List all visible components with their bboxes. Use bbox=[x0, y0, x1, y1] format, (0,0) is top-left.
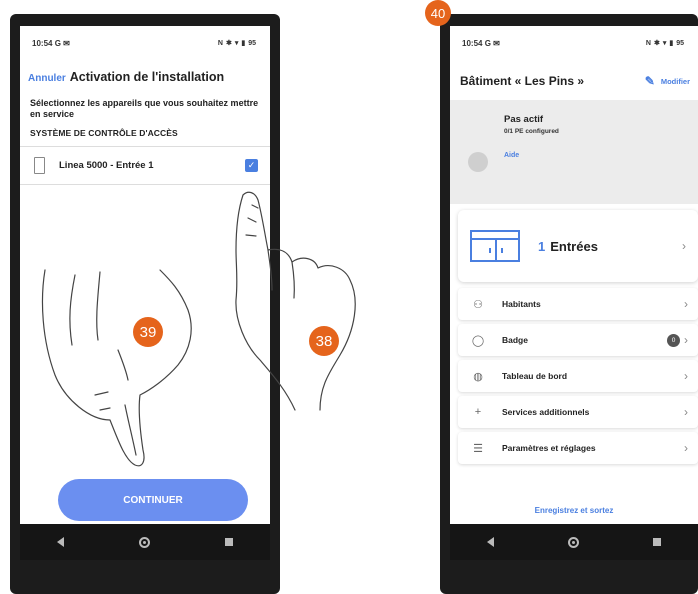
recent-apps-icon[interactable] bbox=[653, 538, 661, 546]
left-phone-frame: 10:54 G ✉ N ✱ ▾ ▮ 95 Annuler Activation … bbox=[10, 14, 280, 594]
menu-item-label: Services additionnels bbox=[502, 407, 590, 417]
nfc-icon: N bbox=[217, 39, 223, 47]
door-icon bbox=[470, 230, 520, 262]
status-bar: 10:54 G ✉ N ✱ ▾ ▮ 95 bbox=[20, 26, 270, 60]
device-row[interactable]: Linea 5000 - Entrée 1 ✓ bbox=[20, 147, 270, 184]
step-marker-38: 38 bbox=[309, 326, 339, 356]
back-icon[interactable] bbox=[487, 537, 494, 547]
chevron-right-icon: › bbox=[684, 405, 688, 419]
status-notification-icons: G ✉ bbox=[484, 38, 500, 48]
chevron-right-icon: › bbox=[684, 333, 688, 347]
section-title: SYSTÈME DE CONTRÔLE D'ACCÈS bbox=[30, 128, 178, 138]
entrees-label: Entrées bbox=[550, 238, 598, 254]
left-screen: 10:54 G ✉ N ✱ ▾ ▮ 95 Annuler Activation … bbox=[20, 26, 270, 560]
nfc-icon: N bbox=[645, 39, 651, 47]
right-screen: 10:54 G ✉ N ✱ ▾ ▮ 95 Bâtiment « Les Pins… bbox=[450, 26, 698, 560]
back-icon[interactable] bbox=[57, 537, 65, 547]
status-title: Pas actif bbox=[504, 114, 544, 125]
battery-icon: 95 bbox=[676, 39, 684, 47]
menu-item-label: Habitants bbox=[502, 299, 541, 309]
badge-count: 0 bbox=[667, 333, 680, 347]
bluetooth-icon: ✱ bbox=[653, 40, 660, 47]
wifi-icon: ▾ bbox=[234, 40, 239, 47]
status-card: Pas actif 0/1 PE configured Aide bbox=[450, 100, 698, 204]
dashboard-icon: ◍ bbox=[473, 370, 483, 383]
menu-item-label: Paramètres et réglages bbox=[502, 443, 596, 453]
plus-icon: + bbox=[474, 406, 482, 418]
menu-item-badge[interactable]: ◯ Badge 0 › bbox=[458, 324, 698, 356]
chevron-right-icon: › bbox=[682, 239, 686, 253]
menu-item-label: Badge bbox=[502, 335, 528, 345]
instruction-text: Sélectionnez les appareils que vous souh… bbox=[30, 98, 259, 119]
battery-icon: 95 bbox=[248, 39, 256, 47]
bluetooth-icon: ✱ bbox=[225, 40, 232, 47]
badge-icon: ◯ bbox=[471, 334, 485, 347]
save-and-exit-link[interactable]: Enregistrez et sortez bbox=[450, 506, 698, 515]
residents-icon: ⚇ bbox=[473, 298, 483, 311]
sliders-icon: ☰ bbox=[473, 442, 483, 455]
chevron-right-icon: › bbox=[684, 297, 688, 311]
header: Bâtiment « Les Pins » ✎ Modifier bbox=[450, 60, 698, 94]
step-marker-39: 39 bbox=[133, 317, 163, 347]
status-notification-icons: G ✉ bbox=[54, 38, 70, 48]
divider bbox=[20, 184, 270, 185]
status-time: 10:54 bbox=[462, 38, 483, 48]
chevron-right-icon: › bbox=[684, 441, 688, 455]
modify-button[interactable]: ✎ Modifier bbox=[645, 74, 690, 88]
android-nav-bar bbox=[20, 524, 270, 560]
home-icon[interactable] bbox=[138, 536, 150, 548]
android-nav-bar bbox=[450, 524, 698, 560]
status-bar: 10:54 G ✉ N ✱ ▾ ▮ 95 bbox=[450, 26, 698, 60]
status-system-icons: N ✱ ▾ ▮ 95 bbox=[645, 39, 684, 48]
status-subtitle: 0/1 PE configured bbox=[504, 128, 559, 135]
device-label: Linea 5000 - Entrée 1 bbox=[59, 160, 154, 171]
recent-apps-icon[interactable] bbox=[224, 538, 233, 546]
status-indicator bbox=[468, 152, 488, 172]
menu-item-habitants[interactable]: ⚇ Habitants › bbox=[458, 288, 698, 320]
pencil-icon: ✎ bbox=[644, 74, 655, 88]
wifi-icon: ▾ bbox=[662, 40, 667, 47]
menu-item-label: Tableau de bord bbox=[502, 371, 568, 381]
menu-item-parametres[interactable]: ☰ Paramètres et réglages › bbox=[458, 432, 698, 464]
continue-button[interactable]: CONTINUER bbox=[58, 479, 248, 521]
menu-item-services[interactable]: + Services additionnels › bbox=[458, 396, 698, 428]
chevron-right-icon: › bbox=[684, 369, 688, 383]
page-title: Activation de l'installation bbox=[69, 70, 225, 84]
status-system-icons: N ✱ ▾ ▮ 95 bbox=[217, 39, 256, 48]
home-icon[interactable] bbox=[568, 536, 579, 548]
entrees-count: 1 bbox=[538, 238, 546, 254]
help-link[interactable]: Aide bbox=[504, 152, 519, 159]
page-title: Bâtiment « Les Pins » bbox=[460, 74, 585, 88]
signal-icon: ▮ bbox=[241, 40, 246, 47]
signal-icon: ▮ bbox=[669, 40, 674, 47]
intercom-device-icon bbox=[34, 157, 45, 174]
entrees-card[interactable]: 1 Entrées › bbox=[458, 210, 698, 282]
step-marker-40: 40 bbox=[425, 0, 451, 26]
modify-label: Modifier bbox=[660, 76, 690, 86]
device-checkbox[interactable]: ✓ bbox=[245, 159, 258, 172]
header: Annuler Activation de l'installation bbox=[20, 60, 270, 84]
cancel-link[interactable]: Annuler bbox=[28, 73, 66, 84]
right-phone-frame: 10:54 G ✉ N ✱ ▾ ▮ 95 Bâtiment « Les Pins… bbox=[440, 14, 698, 594]
menu-item-tableau-de-bord[interactable]: ◍ Tableau de bord › bbox=[458, 360, 698, 392]
status-time: 10:54 bbox=[32, 38, 53, 48]
menu-list: ⚇ Habitants › ◯ Badge 0 › ◍ Tableau de b… bbox=[458, 288, 698, 468]
